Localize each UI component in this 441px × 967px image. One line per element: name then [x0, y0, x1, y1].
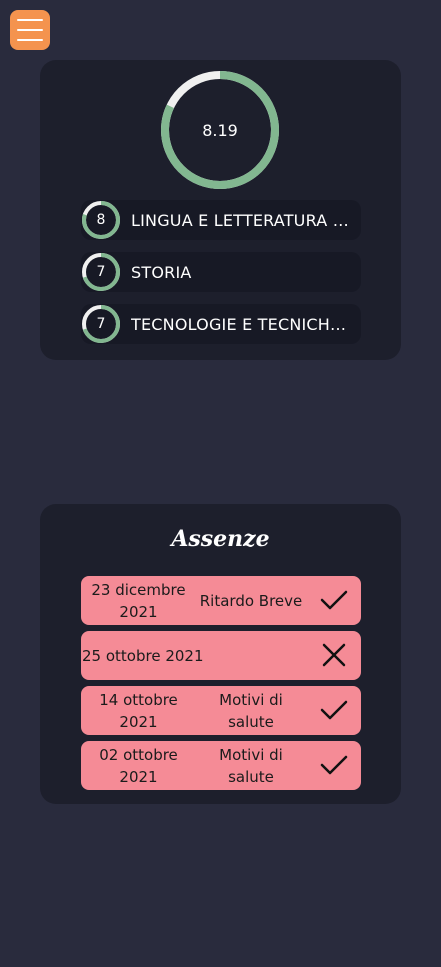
subject-grade: 7: [96, 264, 106, 280]
absence-row[interactable]: 23 dicembre 2021 Ritardo Breve: [81, 576, 361, 625]
absence-list: 23 dicembre 2021 Ritardo Breve 25 ottobr…: [81, 576, 361, 796]
absence-reason: Motivi di salute: [219, 745, 283, 786]
subject-grade: 7: [96, 316, 106, 332]
average-grade-ring: 8.19: [160, 70, 280, 190]
absence-reason: Ritardo Breve: [199, 591, 303, 610]
average-grade-value: 8.19: [202, 120, 238, 140]
cross-icon: [322, 643, 346, 667]
hamburger-menu-icon-bar: [17, 39, 43, 41]
absence-date: 14 ottobre 2021: [99, 690, 178, 731]
check-icon: [320, 590, 348, 610]
subject-name: STORIA: [131, 262, 192, 282]
grades-card: 8.19 8 LINGUA E LETTERATURA ITALIANA 7 S…: [40, 60, 401, 360]
absence-row[interactable]: 14 ottobre 2021 Motivi di salute: [81, 686, 361, 735]
absences-card: Assenze 23 dicembre 2021 Ritardo Breve 2…: [40, 504, 401, 804]
subject-row[interactable]: 7 STORIA: [81, 252, 361, 292]
subject-grade-ring: 7: [81, 252, 121, 292]
subject-row[interactable]: 8 LINGUA E LETTERATURA ITALIANA: [81, 200, 361, 240]
absence-date: 25 ottobre 2021: [82, 646, 204, 665]
absence-reason: Motivi di salute: [219, 690, 283, 731]
check-icon: [320, 700, 348, 720]
subject-name: TECNOLOGIE E TECNICHE DI RAPPRESENTAZION…: [131, 314, 351, 334]
hamburger-menu-icon-bar: [17, 29, 43, 31]
subject-grade-ring: 8: [81, 200, 121, 240]
absence-row[interactable]: 02 ottobre 2021 Motivi di salute: [81, 741, 361, 790]
absence-date: 02 ottobre 2021: [99, 745, 178, 786]
absences-title: Assenze: [171, 526, 270, 552]
absence-row[interactable]: 25 ottobre 2021: [81, 631, 361, 680]
hamburger-menu-icon: [17, 19, 43, 21]
check-icon: [320, 755, 348, 775]
subject-grade: 8: [96, 212, 106, 228]
subject-name: LINGUA E LETTERATURA ITALIANA: [131, 210, 351, 230]
subject-row[interactable]: 7 TECNOLOGIE E TECNICHE DI RAPPRESENTAZI…: [81, 304, 361, 344]
absence-date: 23 dicembre 2021: [91, 580, 186, 621]
menu-button[interactable]: [10, 10, 50, 50]
subject-list: 8 LINGUA E LETTERATURA ITALIANA 7 STORIA…: [81, 200, 361, 356]
subject-grade-ring: 7: [81, 304, 121, 344]
